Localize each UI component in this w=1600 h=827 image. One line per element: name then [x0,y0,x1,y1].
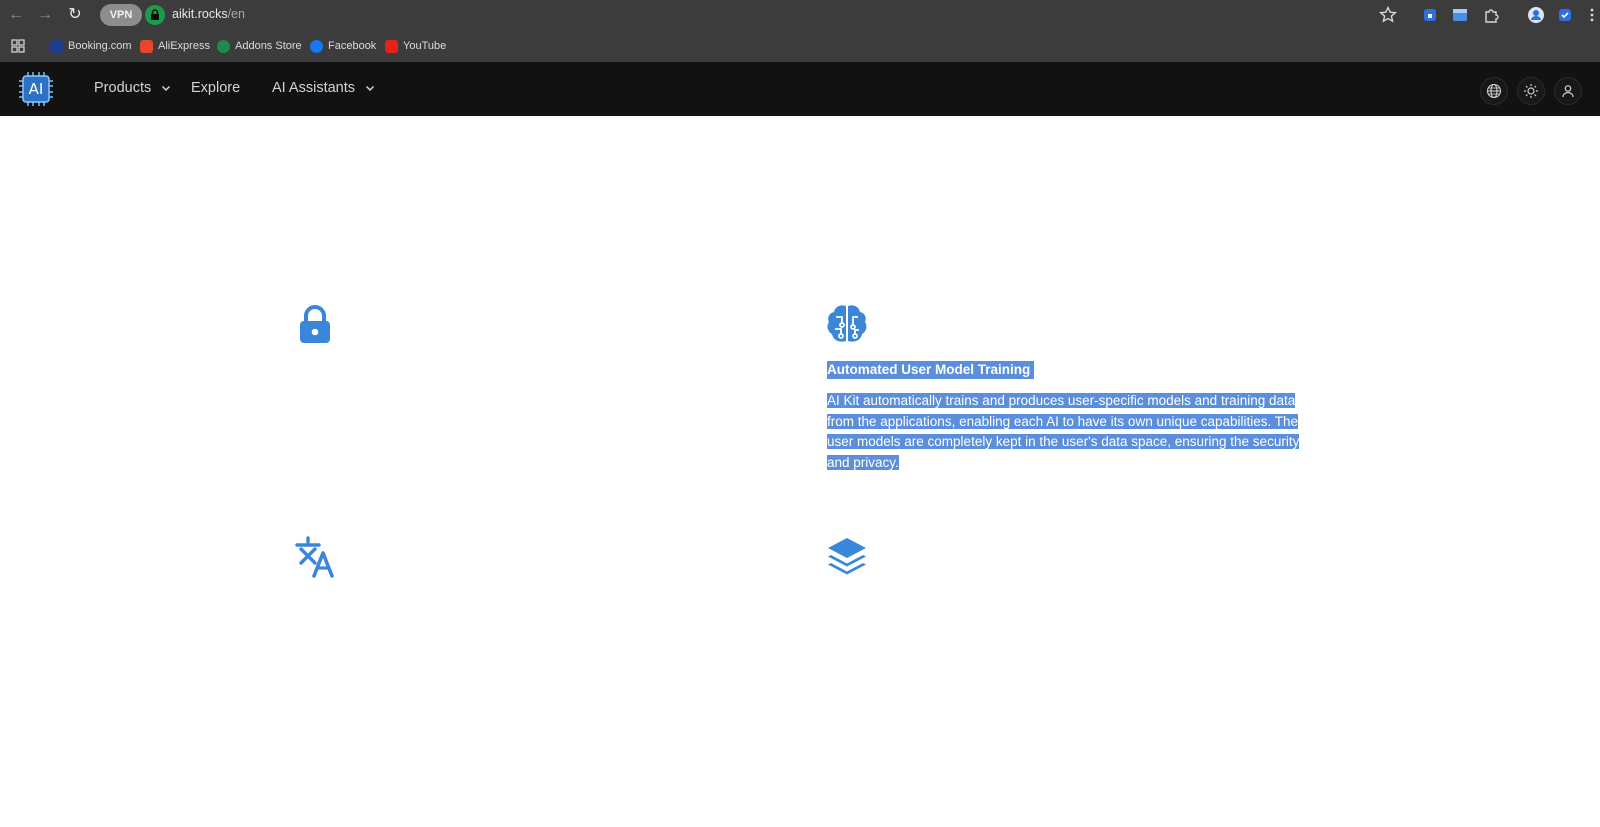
bookmark-facebook[interactable]: Facebook [310,38,376,54]
nav-ai-assistants[interactable]: AI Assistants [272,80,375,96]
bookmark-youtube[interactable]: YouTube [385,38,446,54]
extensions-puzzle-icon[interactable] [1481,5,1501,25]
browser-menu-icon[interactable] [1582,5,1600,25]
secure-lock-icon[interactable] [145,5,165,25]
back-arrow-icon[interactable]: ← [6,5,26,25]
sun-icon [1524,84,1538,98]
url-path: /en [227,7,245,21]
bookmark-label: Facebook [328,40,377,52]
nav-explore-label: Explore [191,80,241,96]
youtube-favicon-icon [385,39,398,53]
translate-icon [294,536,336,578]
addons-favicon-icon [217,39,230,53]
extension-vpn-icon[interactable] [1420,5,1440,25]
profile-avatar-icon[interactable] [1526,5,1546,25]
chevron-down-icon [365,85,375,92]
nav-explore[interactable]: Explore [191,80,240,96]
url-host: aikit.rocks [172,7,228,21]
feature-title: Automated User Model Training [827,361,1035,379]
apps-grid-icon[interactable] [8,36,28,56]
forward-arrow-icon[interactable]: → [35,5,55,25]
user-icon [1562,85,1574,98]
feature-description-text: AI Kit automatically trains and produces… [827,393,1300,470]
feature-description: AI Kit automatically trains and produces… [827,391,1305,473]
lock-icon [294,303,336,345]
address-bar[interactable]: aikit.rocks/en [172,7,245,21]
bookmark-star-icon[interactable] [1378,5,1398,25]
layers-icon [826,536,868,578]
booking-favicon-icon [50,39,63,53]
site-logo[interactable]: AI [18,71,54,107]
extension-window-icon[interactable] [1450,5,1470,25]
nav-products[interactable]: Products [94,80,171,96]
chevron-down-icon [162,85,171,92]
logo-text: AI [28,80,44,98]
theme-toggle-button[interactable] [1517,77,1545,105]
aliexpress-favicon-icon [140,39,153,53]
bookmark-label: Addons Store [235,40,302,52]
bookmark-aliexpress[interactable]: AliExpress [140,38,210,54]
globe-icon [1486,83,1502,99]
brain-icon [826,303,868,345]
bookmark-booking[interactable]: Booking.com [50,38,132,54]
account-button[interactable] [1554,77,1582,105]
facebook-favicon-icon [310,39,323,53]
extension-check-icon[interactable] [1555,5,1575,25]
bookmark-label: YouTube [403,40,447,52]
bookmark-label: Booking.com [68,40,132,52]
nav-products-label: Products [94,80,152,96]
bookmark-addons-store[interactable]: Addons Store [217,38,302,54]
bookmark-label: AliExpress [158,40,210,52]
reload-icon[interactable]: ↻ [65,5,85,25]
vpn-button[interactable]: VPN [100,4,142,26]
language-button[interactable] [1480,77,1508,105]
nav-ai-assistants-label: AI Assistants [272,80,356,96]
